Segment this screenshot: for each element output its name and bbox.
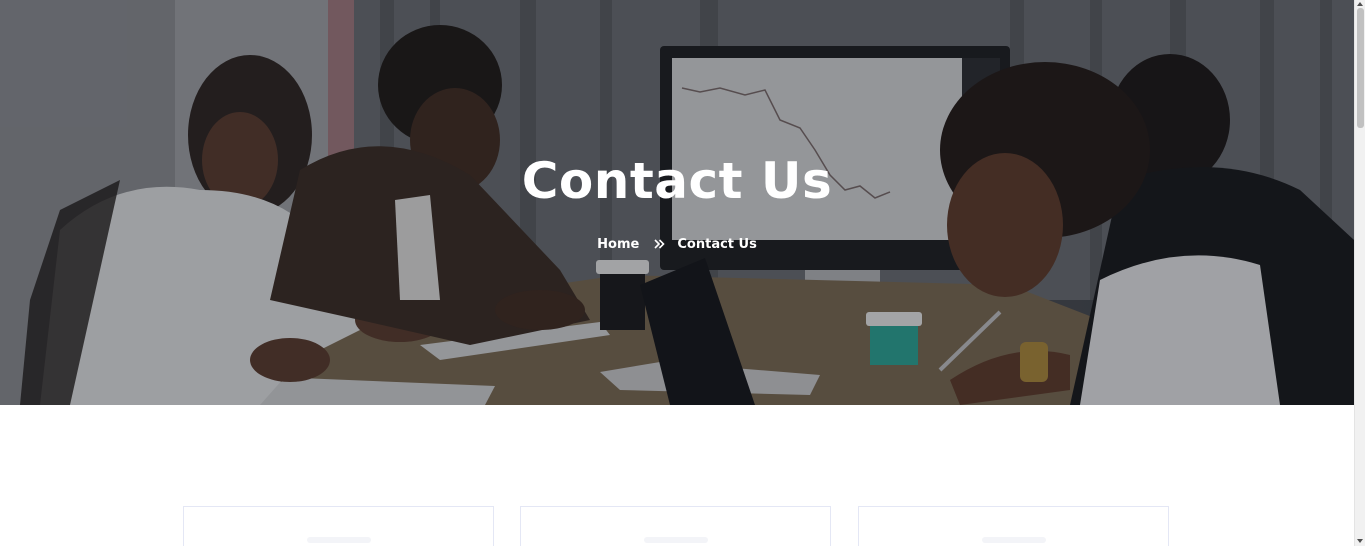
page: Contact Us Home Contact Us <box>0 0 1365 546</box>
vertical-scrollbar[interactable] <box>1354 0 1365 546</box>
page-title: Contact Us <box>521 152 833 210</box>
double-chevron-right-icon <box>654 234 665 254</box>
scroll-up-arrow-icon[interactable] <box>1357 2 1363 6</box>
contact-card-icon <box>306 537 371 543</box>
breadcrumb: Home Contact Us <box>0 234 1354 255</box>
contact-card-1 <box>183 506 494 546</box>
scroll-down-arrow-icon[interactable] <box>1357 539 1363 543</box>
hero-banner: Contact Us Home Contact Us <box>0 0 1354 405</box>
contact-card-icon <box>981 537 1046 543</box>
contact-card-2 <box>520 506 831 546</box>
scrollbar-thumb[interactable] <box>1357 8 1364 128</box>
breadcrumb-current: Contact Us <box>677 237 757 252</box>
contact-card-3 <box>858 506 1169 546</box>
contact-card-icon <box>643 537 708 543</box>
contact-cards-section <box>0 506 1354 546</box>
breadcrumb-home-link[interactable]: Home <box>597 237 639 252</box>
